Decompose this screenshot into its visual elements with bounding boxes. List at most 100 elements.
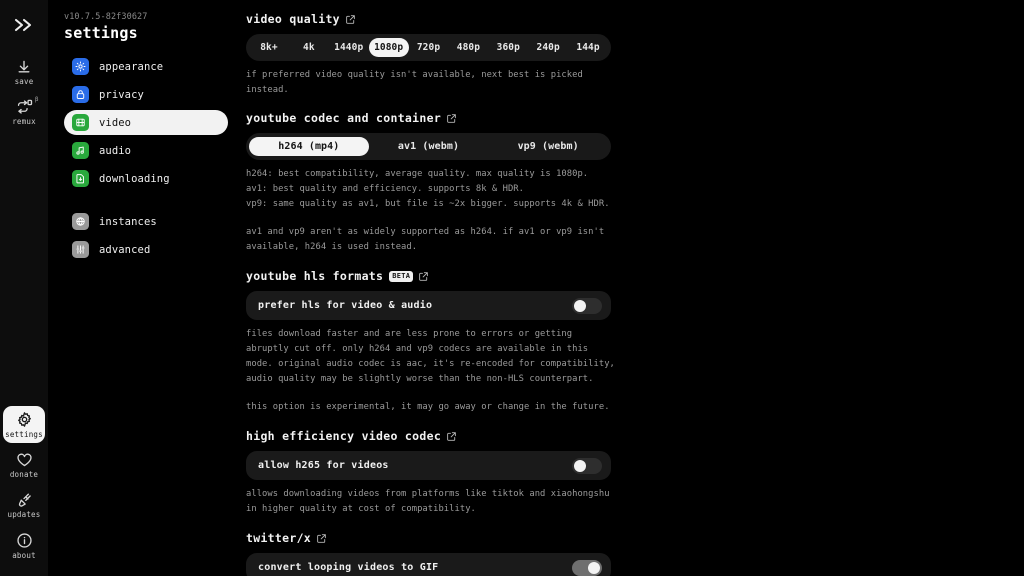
download-file-icon bbox=[72, 170, 89, 187]
toggle-knob bbox=[574, 459, 586, 472]
chevrons-right-icon bbox=[14, 18, 32, 32]
allow-h265-toggle[interactable] bbox=[572, 457, 602, 474]
download-icon bbox=[16, 59, 32, 75]
toggle-knob bbox=[574, 299, 586, 312]
quality-option-1080p[interactable]: 1080p bbox=[368, 38, 409, 57]
sidebar-item-downloading[interactable]: downloading bbox=[64, 166, 228, 191]
quality-option-360p[interactable]: 360p bbox=[488, 38, 528, 57]
sidebar-item-advanced[interactable]: advanced bbox=[64, 237, 228, 262]
updates-icon bbox=[16, 492, 33, 508]
quality-option-240p[interactable]: 240p bbox=[528, 38, 568, 57]
external-link-icon[interactable] bbox=[419, 271, 429, 281]
video-quality-segmented-control[interactable]: 8k+ 4k 1440p 1080p 720p 480p 360p 240p 1… bbox=[246, 34, 611, 61]
version-label: v10.7.5-82f30627 bbox=[64, 12, 148, 22]
sidebar-item-label: privacy bbox=[99, 88, 144, 101]
codec-help: h264: best compatibility, average qualit… bbox=[246, 167, 616, 255]
hevc-help: allows downloading videos from platforms… bbox=[246, 489, 610, 514]
rail-button-save[interactable]: save bbox=[3, 54, 45, 90]
section-title: youtube codec and container bbox=[246, 111, 442, 125]
sidebar-item-privacy[interactable]: privacy bbox=[64, 82, 228, 107]
status-badge: BETA bbox=[389, 270, 414, 282]
sidebar-item-label: advanced bbox=[99, 243, 151, 256]
section-heading: video quality bbox=[246, 12, 1024, 26]
sun-icon bbox=[72, 58, 89, 75]
sidebar-item-label: downloading bbox=[99, 172, 170, 185]
convert-gif-toggle[interactable] bbox=[572, 559, 602, 576]
section-video-quality: video quality 8k+ 4k 1440p 1080p 720p 48… bbox=[246, 12, 1024, 98]
rail-button-updates[interactable]: updates bbox=[3, 487, 45, 523]
section-heading: youtube hls formats BETA bbox=[246, 269, 1024, 283]
rail-label-about: about bbox=[12, 551, 36, 560]
globe-icon bbox=[72, 213, 89, 230]
sidebar-item-label: instances bbox=[99, 215, 157, 228]
rail-button-donate[interactable]: donate bbox=[3, 447, 45, 483]
codec-segmented-control[interactable]: h264 (mp4) av1 (webm) vp9 (webm) bbox=[246, 133, 611, 160]
section-twitter: twitter/x convert looping videos to GIF … bbox=[246, 531, 1024, 576]
external-link-icon[interactable] bbox=[447, 431, 456, 441]
codec-help-2: av1 and vp9 aren't as widely supported a… bbox=[246, 227, 605, 252]
toggle-row-allow-h265[interactable]: allow h265 for videos bbox=[246, 451, 611, 480]
audio-icon bbox=[72, 142, 89, 159]
sidebar-item-audio[interactable]: audio bbox=[64, 138, 228, 163]
sidebar-item-label: appearance bbox=[99, 60, 164, 73]
section-title: youtube hls formats bbox=[246, 269, 384, 283]
section-heading: youtube codec and container bbox=[246, 111, 1024, 125]
app-window: save β remux settings donate updates abo… bbox=[0, 0, 1024, 576]
hls-help: files download faster and are less prone… bbox=[246, 327, 616, 415]
hls-help-2: this option is experimental, it may go a… bbox=[246, 402, 610, 412]
section-title: high efficiency video codec bbox=[246, 429, 442, 443]
section-heading: high efficiency video codec bbox=[246, 429, 1024, 443]
heart-icon bbox=[16, 452, 33, 468]
quality-option-720p[interactable]: 720p bbox=[409, 38, 449, 57]
toggle-knob bbox=[588, 561, 600, 574]
expand-sidebar-button[interactable] bbox=[5, 8, 43, 42]
sidebar-item-instances[interactable]: instances bbox=[64, 209, 228, 234]
rail-button-settings[interactable]: settings bbox=[3, 406, 45, 443]
rail-label-updates: updates bbox=[7, 510, 41, 519]
rail-label-settings: settings bbox=[5, 430, 43, 439]
section-title: video quality bbox=[246, 12, 340, 26]
rail-label-donate: donate bbox=[9, 470, 39, 479]
beta-superscript: β bbox=[34, 96, 39, 103]
external-link-icon[interactable] bbox=[317, 533, 326, 543]
lock-icon bbox=[72, 86, 89, 103]
rail-label-remux: remux bbox=[12, 117, 36, 126]
info-icon bbox=[16, 532, 33, 549]
sliders-icon bbox=[72, 241, 89, 258]
sidebar-item-label: audio bbox=[99, 144, 132, 157]
rail-button-remux[interactable]: β remux bbox=[3, 94, 45, 130]
external-link-icon[interactable] bbox=[447, 113, 456, 123]
codec-option-av1[interactable]: av1 (webm) bbox=[369, 137, 489, 156]
codec-option-vp9[interactable]: vp9 (webm) bbox=[488, 137, 608, 156]
external-link-icon[interactable] bbox=[346, 14, 355, 24]
section-title: twitter/x bbox=[246, 531, 312, 545]
section-heading: twitter/x bbox=[246, 531, 1024, 545]
rail-button-about[interactable]: about bbox=[3, 527, 45, 564]
nav-group-separator bbox=[64, 194, 228, 206]
toggle-label: prefer hls for video & audio bbox=[258, 300, 433, 311]
toggle-label: convert looping videos to GIF bbox=[258, 562, 439, 573]
section-codec: youtube codec and container h264 (mp4) a… bbox=[246, 111, 1024, 255]
toggle-label: allow h265 for videos bbox=[258, 460, 389, 471]
quality-option-480p[interactable]: 480p bbox=[448, 38, 488, 57]
page-title: settings bbox=[64, 24, 138, 42]
quality-option-8k[interactable]: 8k+ bbox=[249, 38, 289, 57]
settings-content: video quality 8k+ 4k 1440p 1080p 720p 48… bbox=[238, 0, 1024, 576]
section-hls: youtube hls formats BETA prefer hls for … bbox=[246, 269, 1024, 415]
video-icon bbox=[72, 114, 89, 131]
rail-label-save: save bbox=[14, 77, 34, 86]
gear-icon bbox=[16, 411, 33, 428]
codec-option-h264[interactable]: h264 (mp4) bbox=[249, 137, 369, 156]
toggle-row-prefer-hls[interactable]: prefer hls for video & audio bbox=[246, 291, 611, 320]
codec-help-1: h264: best compatibility, average qualit… bbox=[246, 169, 610, 209]
quality-option-144p[interactable]: 144p bbox=[568, 38, 608, 57]
quality-option-1440p[interactable]: 1440p bbox=[329, 38, 369, 57]
toggle-row-convert-gif[interactable]: convert looping videos to GIF bbox=[246, 553, 611, 576]
quality-option-4k[interactable]: 4k bbox=[289, 38, 329, 57]
prefer-hls-toggle[interactable] bbox=[572, 297, 602, 314]
settings-nav: v10.7.5-82f30627 settings appearance pri… bbox=[48, 0, 238, 576]
sidebar-item-video[interactable]: video bbox=[64, 110, 228, 135]
video-quality-help: if preferred video quality isn't availab… bbox=[246, 70, 583, 95]
sidebar-item-appearance[interactable]: appearance bbox=[64, 54, 228, 79]
sidebar-item-label: video bbox=[99, 116, 132, 129]
